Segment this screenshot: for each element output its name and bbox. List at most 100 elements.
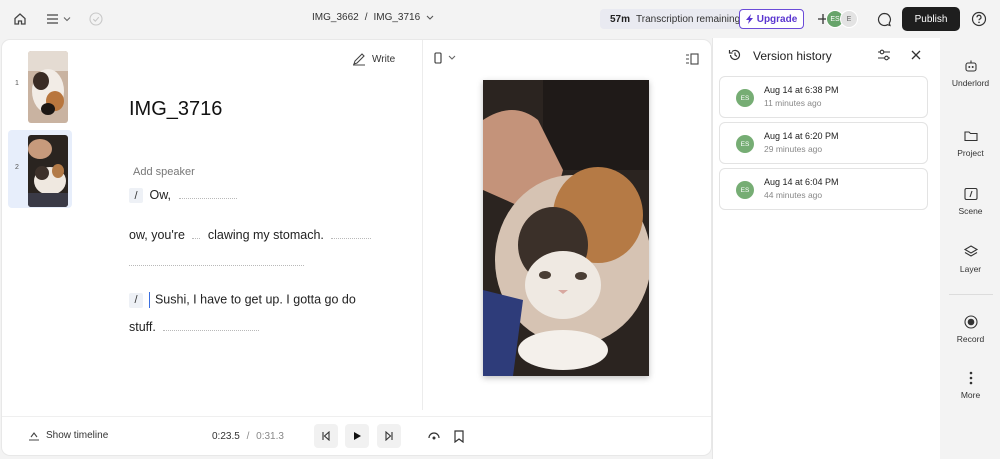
transcription-label: Transcription remaining — [636, 13, 741, 25]
rail-item-record[interactable]: Record — [941, 314, 1000, 344]
phone-icon — [434, 52, 442, 64]
transcript-text[interactable]: clawing my stomach. — [208, 228, 324, 242]
breadcrumb-separator: / — [364, 12, 368, 23]
slash-command-button[interactable]: / — [129, 188, 143, 204]
breadcrumb-parent[interactable]: IMG_3662 — [312, 12, 359, 23]
aspect-ratio-dropdown[interactable] — [434, 52, 456, 64]
version-item[interactable]: ES Aug 14 at 6:20 PM 29 minutes ago — [719, 122, 928, 164]
close-icon[interactable] — [908, 47, 924, 63]
video-preview[interactable] — [483, 80, 649, 376]
rail-divider — [949, 294, 993, 295]
transcript-text[interactable]: Sushi, I have to get up. I gotta go do — [155, 292, 356, 306]
upgrade-button[interactable]: Upgrade — [739, 9, 804, 29]
rail-label: Layer — [959, 264, 982, 274]
scene-thumbnail-image — [28, 135, 68, 207]
chevron-down-icon[interactable] — [426, 15, 434, 21]
robot-icon — [964, 60, 977, 72]
breadcrumb: IMG_3662 / IMG_3716 — [312, 12, 434, 23]
scene-thumbnail-2[interactable]: 2 — [8, 130, 72, 208]
transcript-text[interactable]: ow, you're — [129, 228, 185, 242]
pen-icon — [353, 53, 365, 66]
rail-label: More — [960, 390, 981, 400]
panel-title: Version history — [753, 49, 832, 63]
filter-settings-icon[interactable] — [876, 47, 892, 63]
rail-label: Scene — [958, 206, 983, 216]
playback-bar: Show timeline 0:23.5 / 0:31.3 — [2, 416, 711, 455]
play-icon — [354, 432, 361, 440]
version-item[interactable]: ES Aug 14 at 6:04 PM 44 minutes ago — [719, 168, 928, 210]
pause-gap — [192, 233, 201, 239]
version-ago: 11 minutes ago — [764, 98, 822, 108]
scene-thumbnails: 1 2 — [2, 40, 74, 412]
layers-icon — [963, 245, 978, 257]
version-ago: 44 minutes ago — [764, 190, 823, 200]
text-cursor — [149, 292, 151, 308]
rail-item-scene[interactable]: Scene — [941, 186, 1000, 216]
breadcrumb-current[interactable]: IMG_3716 — [373, 12, 420, 23]
rail-item-underlord[interactable]: Underlord — [941, 58, 1000, 88]
rail-label: Project — [957, 148, 984, 158]
home-icon[interactable] — [10, 9, 30, 29]
folder-icon — [963, 131, 978, 142]
write-label: Write — [372, 53, 396, 65]
version-time: Aug 14 at 6:20 PM — [764, 131, 839, 141]
rail-label: Record — [956, 334, 985, 344]
scene-number: 1 — [15, 80, 19, 87]
avatar: ES — [736, 89, 754, 107]
skip-forward-icon — [385, 431, 393, 441]
version-time: Aug 14 at 6:38 PM — [764, 85, 839, 95]
lightning-icon — [745, 14, 753, 24]
show-timeline-button[interactable]: Show timeline — [28, 430, 108, 441]
transcript-line[interactable]: / Sushi, I have to get up. I gotta go do — [129, 292, 356, 308]
skip-forward-button[interactable] — [377, 424, 401, 448]
version-history-panel: Version history ES Aug 14 at 6:38 PM 11 … — [712, 38, 940, 459]
menu-icon[interactable] — [44, 9, 74, 29]
transcription-minutes: 57m — [610, 13, 631, 25]
transcript-text[interactable]: stuff. — [129, 320, 156, 334]
write-mode-button[interactable]: Write — [352, 52, 395, 66]
play-button[interactable] — [345, 424, 369, 448]
help-icon[interactable] — [969, 9, 989, 29]
add-speaker-button[interactable]: Add speaker — [133, 166, 195, 178]
layout-toggle-icon[interactable] — [685, 52, 699, 65]
transcription-remaining: 57m Transcription remaining — [600, 9, 749, 29]
avatar[interactable]: E — [840, 10, 858, 28]
more-icon — [969, 371, 972, 385]
playback-time: 0:23.5 / 0:31.3 — [212, 431, 284, 442]
saved-check-icon — [86, 9, 106, 29]
rail-label: Underlord — [951, 78, 990, 88]
transcript-line — [129, 255, 304, 269]
scene-number: 2 — [15, 164, 19, 171]
transcript-text[interactable]: Ow, — [149, 188, 171, 202]
chevron-down-icon — [448, 55, 456, 60]
time-separator: / — [246, 431, 250, 442]
loop-icon[interactable] — [426, 428, 442, 444]
total-time: 0:31.3 — [256, 431, 284, 442]
skip-back-button[interactable] — [314, 424, 338, 448]
transcript-line[interactable]: / Ow, — [129, 188, 237, 204]
top-bar: IMG_3662 / IMG_3716 57m Transcription re… — [0, 0, 1000, 38]
editor-card: 1 2 Write IMG_3716 Add speaker / Ow, ow,… — [2, 40, 711, 455]
publish-button[interactable]: Publish — [902, 7, 960, 31]
skip-back-icon — [322, 431, 330, 441]
rail-item-layer[interactable]: Layer — [941, 244, 1000, 274]
history-icon — [727, 47, 743, 63]
scene-icon — [963, 187, 978, 201]
scene-thumbnail-1[interactable]: 1 — [8, 46, 72, 124]
transcript-line[interactable]: stuff. — [129, 320, 260, 334]
transcript-line[interactable]: ow, you're clawing my stomach. — [129, 228, 372, 242]
pause-gap — [163, 325, 260, 331]
rail-item-more[interactable]: More — [941, 370, 1000, 400]
show-timeline-label: Show timeline — [46, 430, 109, 441]
upgrade-label: Upgrade — [756, 13, 798, 25]
version-ago: 29 minutes ago — [764, 144, 823, 154]
current-time: 0:23.5 — [212, 431, 240, 442]
version-item[interactable]: ES Aug 14 at 6:38 PM 11 minutes ago — [719, 76, 928, 118]
pane-divider[interactable] — [422, 40, 423, 410]
bookmark-icon[interactable] — [452, 428, 466, 444]
page-title[interactable]: IMG_3716 — [129, 98, 222, 121]
comment-icon[interactable] — [874, 9, 894, 29]
rail-item-project[interactable]: Project — [941, 128, 1000, 158]
slash-command-button[interactable]: / — [129, 292, 143, 308]
record-icon — [963, 315, 978, 329]
